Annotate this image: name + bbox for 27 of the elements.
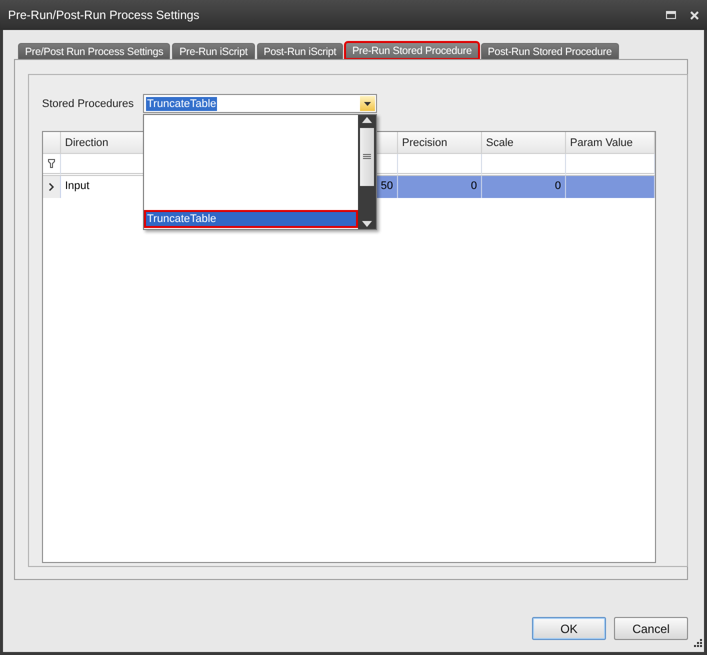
scroll-down-icon[interactable] (362, 221, 372, 227)
table-cell: 0 (482, 176, 566, 198)
tab[interactable]: Pre-Run iScript (172, 43, 255, 59)
tab[interactable]: Pre/Post Run Process Settings (18, 43, 170, 59)
table-cell: 0 (398, 176, 482, 198)
list-item[interactable]: TruncateTable (144, 210, 358, 228)
dialog-button[interactable]: OK (532, 617, 606, 640)
tab[interactable]: Post-Run iScript (256, 43, 344, 59)
scroll-up-icon[interactable] (362, 117, 372, 123)
row-indicator-icon (49, 183, 54, 191)
column-header[interactable]: Scale (482, 132, 566, 154)
scrollbar[interactable] (358, 115, 376, 229)
table-row[interactable]: Input 50 0 0 (43, 176, 655, 198)
procedure-dropdown[interactable]: TruncateTable (143, 94, 377, 113)
dropdown-arrow-icon[interactable] (364, 102, 371, 106)
window-title: Pre-Run/Post-Run Process Settings (8, 8, 200, 22)
dialog-button[interactable]: Cancel (614, 617, 688, 640)
filter-icon[interactable] (48, 159, 55, 168)
column-header[interactable]: Precision (398, 132, 482, 154)
tab[interactable]: Pre-Run Stored Procedure (345, 42, 479, 59)
close-icon[interactable] (690, 10, 699, 20)
column-header[interactable]: Param Value (566, 132, 655, 154)
minimize-icon[interactable] (666, 11, 676, 19)
grip-lines-icon (363, 154, 371, 160)
resize-grip-icon[interactable] (693, 638, 702, 647)
tab[interactable]: Post-Run Stored Procedure (480, 43, 619, 59)
field-label: Stored Procedures (42, 98, 135, 110)
